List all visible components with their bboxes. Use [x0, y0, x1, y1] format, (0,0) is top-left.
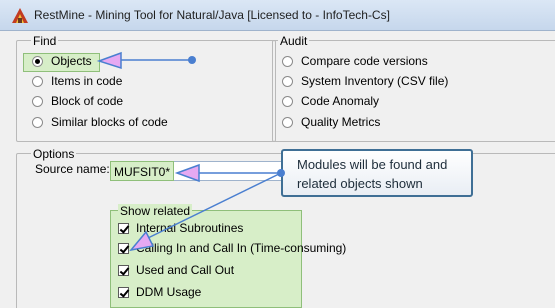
app-window: RestMine - Mining Tool for Natural/Java … [0, 0, 555, 308]
objects-arrow-head [96, 51, 122, 70]
source-arrow-head [174, 163, 200, 183]
annotation-overlay [96, 51, 285, 252]
objects-arrow-dot [188, 56, 196, 64]
show-related-arrow-line [147, 172, 282, 239]
show-related-arrow-head [129, 230, 155, 252]
